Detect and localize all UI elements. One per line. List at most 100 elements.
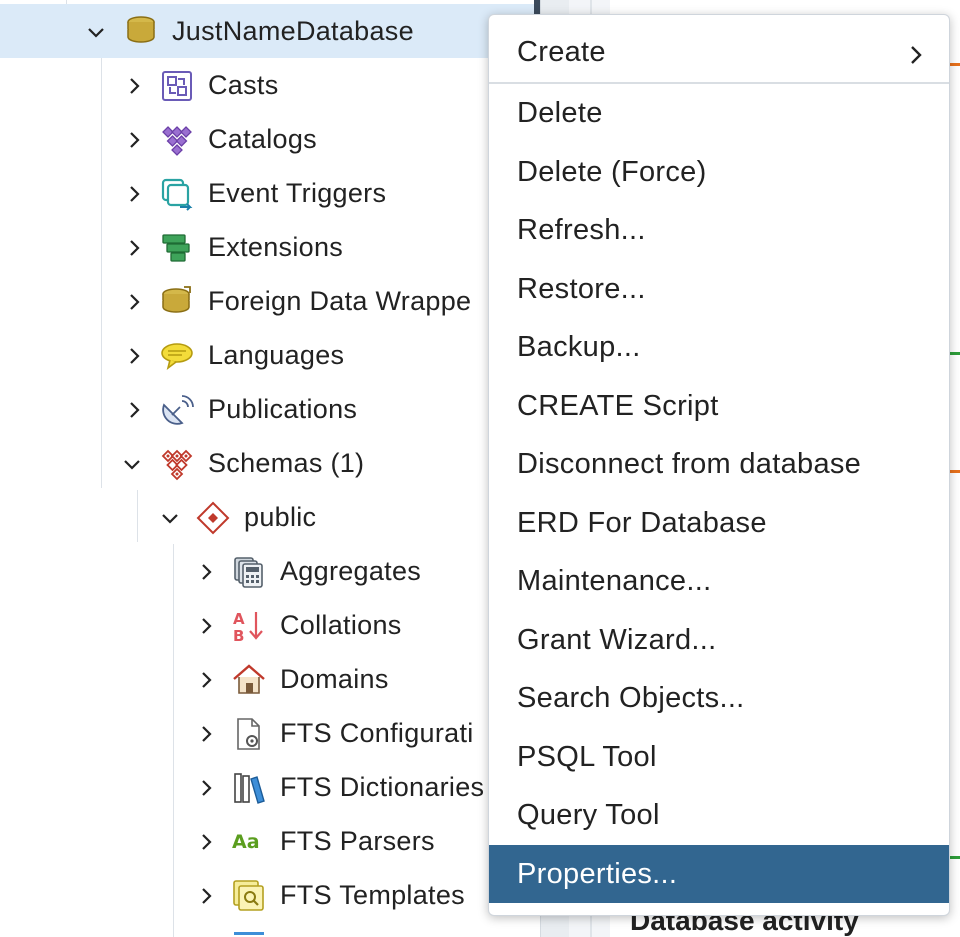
menu-item-label: Disconnect from database	[517, 448, 862, 480]
catalogs-icon	[160, 123, 194, 157]
tree-node-label: Schemas (1)	[208, 448, 365, 478]
chevron-right-icon[interactable]	[196, 670, 216, 690]
tree-node-label: Publications	[208, 394, 358, 424]
tree-node-collations[interactable]: AB Collations	[0, 598, 540, 652]
casts-icon	[160, 69, 194, 103]
tree-node-label: Languages	[208, 340, 345, 370]
tree-node-label: Aggregates	[280, 556, 422, 586]
chevron-right-icon[interactable]	[196, 886, 216, 906]
chevron-right-icon[interactable]	[196, 616, 216, 636]
foreign-data-wrappers-icon	[160, 285, 194, 319]
tree-node-label: Extensions	[208, 232, 344, 262]
tree-node-extensions[interactable]: Extensions	[0, 220, 540, 274]
menu-item-delete-force[interactable]: Delete (Force)	[489, 143, 949, 201]
menu-item-label: Restore...	[517, 273, 646, 305]
schemas-icon	[160, 447, 194, 481]
menu-item-grant-wizard[interactable]: Grant Wizard...	[489, 611, 949, 669]
menu-item-backup[interactable]: Backup...	[489, 318, 949, 376]
database-icon	[124, 15, 158, 49]
tree-node-fts-parsers[interactable]: Aa FTS Parsers	[0, 814, 540, 868]
tree-node-label: Collations	[280, 610, 402, 640]
menu-item-delete[interactable]: Delete	[489, 84, 949, 142]
chevron-right-icon[interactable]	[124, 346, 144, 366]
chevron-right-icon[interactable]	[196, 778, 216, 798]
svg-text:B: B	[233, 627, 244, 643]
menu-item-query-tool[interactable]: Query Tool	[489, 786, 949, 844]
menu-item-refresh[interactable]: Refresh...	[489, 201, 949, 259]
collations-icon: AB	[232, 609, 266, 643]
menu-item-psql-tool[interactable]: PSQL Tool	[489, 728, 949, 786]
tree-node-publications[interactable]: Publications	[0, 382, 540, 436]
fts-configurations-icon	[232, 717, 266, 751]
chevron-right-icon[interactable]	[124, 400, 144, 420]
menu-item-maintenance[interactable]: Maintenance...	[489, 552, 949, 610]
domains-icon	[232, 663, 266, 697]
object-explorer-tree: JustNameDatabase Casts Catalogs Event Tr…	[0, 0, 540, 937]
chevron-right-icon[interactable]	[124, 184, 144, 204]
menu-item-disconnect[interactable]: Disconnect from database	[489, 435, 949, 493]
tree-node-catalogs[interactable]: Catalogs	[0, 112, 540, 166]
chevron-right-icon[interactable]	[196, 724, 216, 744]
menu-item-label: Refresh...	[517, 214, 646, 246]
menu-item-label: Delete (Force)	[517, 156, 707, 188]
tree-node-foreign-data-wrappers[interactable]: Foreign Data Wrappe	[0, 274, 540, 328]
schema-icon	[196, 501, 230, 535]
chevron-right-icon[interactable]	[124, 238, 144, 258]
fts-dictionaries-icon	[232, 771, 266, 805]
tree-node-label: Foreign Data Wrappe	[208, 286, 472, 316]
publications-icon	[160, 393, 194, 427]
tree-node-partial-icon	[234, 932, 264, 937]
menu-item-restore[interactable]: Restore...	[489, 260, 949, 318]
tree-node-database[interactable]: JustNameDatabase	[0, 4, 540, 58]
tree-node-aggregates[interactable]: Aggregates	[0, 544, 540, 598]
tree-node-event-triggers[interactable]: Event Triggers	[0, 166, 540, 220]
tree-node-label: Casts	[208, 70, 279, 100]
tree-node-fts-dictionaries[interactable]: FTS Dictionaries	[0, 760, 540, 814]
menu-item-label: Properties...	[517, 858, 678, 890]
tree-node-domains[interactable]: Domains	[0, 652, 540, 706]
chevron-right-icon	[911, 46, 922, 64]
tree-node-label: Event Triggers	[208, 178, 387, 208]
menu-item-label: Create	[517, 36, 606, 68]
menu-item-create[interactable]: Create	[489, 23, 949, 81]
chevron-right-icon[interactable]	[124, 130, 144, 150]
menu-item-properties[interactable]: Properties...	[489, 845, 949, 903]
svg-text:A: A	[233, 610, 245, 628]
menu-item-label: Search Objects...	[517, 682, 745, 714]
event-triggers-icon	[160, 177, 194, 211]
tree-node-label: Domains	[280, 664, 389, 694]
chevron-right-icon[interactable]	[196, 562, 216, 582]
chevron-down-icon[interactable]	[86, 22, 106, 42]
menu-item-label: Query Tool	[517, 799, 660, 831]
tree-node-schema-public[interactable]: public	[0, 490, 540, 544]
chevron-right-icon[interactable]	[124, 76, 144, 96]
tree-node-schemas[interactable]: Schemas (1)	[0, 436, 540, 490]
menu-item-label: Maintenance...	[517, 565, 712, 597]
fts-templates-icon	[232, 879, 266, 913]
extensions-icon	[160, 231, 194, 265]
menu-item-label: Grant Wizard...	[517, 624, 717, 656]
tree-node-label: FTS Dictionaries	[280, 772, 485, 802]
menu-item-label: PSQL Tool	[517, 741, 657, 773]
chevron-down-icon[interactable]	[122, 454, 142, 474]
tree-node-label: JustNameDatabase	[172, 16, 414, 46]
tree-node-fts-templates[interactable]: FTS Templates	[0, 868, 540, 922]
chevron-right-icon[interactable]	[196, 832, 216, 852]
chevron-down-icon[interactable]	[160, 508, 180, 528]
menu-item-create-script[interactable]: CREATE Script	[489, 377, 949, 435]
tree-node-label: FTS Configurati	[280, 718, 474, 748]
tree-node-label: FTS Parsers	[280, 826, 435, 856]
tree-node-label: Catalogs	[208, 124, 317, 154]
fts-parsers-icon: Aa	[232, 825, 266, 859]
chevron-right-icon[interactable]	[124, 292, 144, 312]
tree-node-casts[interactable]: Casts	[0, 58, 540, 112]
context-menu: Create Delete Delete (Force) Refresh... …	[488, 14, 950, 916]
tree-node-fts-configurations[interactable]: FTS Configurati	[0, 706, 540, 760]
menu-item-search-objects[interactable]: Search Objects...	[489, 669, 949, 727]
menu-item-label: Backup...	[517, 331, 641, 363]
menu-item-label: ERD For Database	[517, 507, 767, 539]
menu-item-erd[interactable]: ERD For Database	[489, 494, 949, 552]
languages-icon	[160, 339, 194, 373]
tree-node-label: public	[244, 502, 317, 532]
tree-node-languages[interactable]: Languages	[0, 328, 540, 382]
